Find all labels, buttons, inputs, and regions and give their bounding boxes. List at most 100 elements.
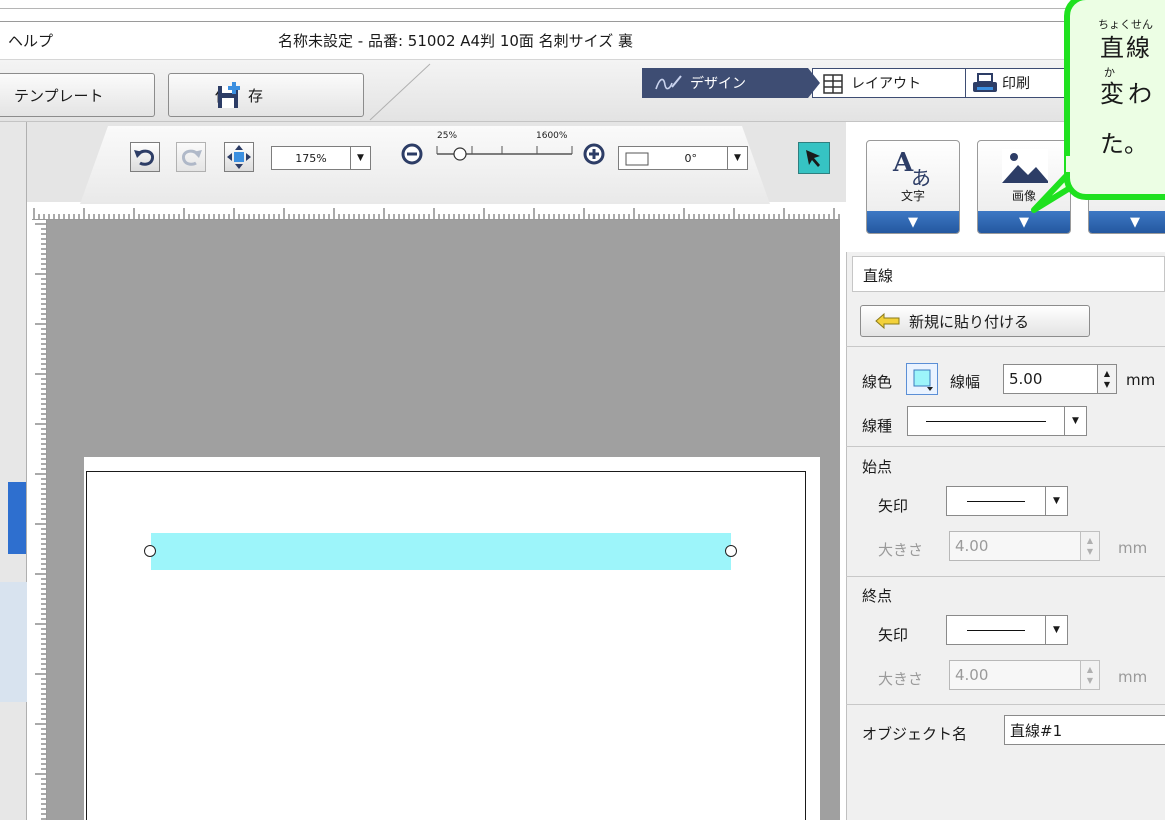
fit-arrows-icon — [227, 145, 251, 169]
printer-icon — [973, 73, 997, 92]
spin-up-icon: ▲ — [1086, 536, 1094, 545]
tab-layout[interactable]: レイアウト — [812, 68, 966, 98]
select-tool-button[interactable] — [798, 142, 830, 174]
layout-grid-icon — [823, 74, 843, 94]
start-size-unit: mm — [1118, 539, 1148, 557]
ruler-horizontal — [32, 205, 840, 220]
line-color-button[interactable] — [906, 363, 938, 395]
menu-help[interactable]: ヘルプ — [8, 30, 53, 51]
spin-up-icon: ▲ — [1103, 369, 1111, 378]
text-tool-label: 文字 — [900, 189, 925, 203]
arrow-sample — [967, 500, 1025, 502]
properties-title: 直線 — [852, 256, 1165, 292]
left-panel-selected-item[interactable] — [8, 482, 26, 554]
rotation-icon — [625, 152, 649, 166]
save-button[interactable]: 保存 — [168, 73, 364, 117]
zoom-slider[interactable] — [392, 132, 612, 176]
spin-down-icon: ▼ — [1086, 547, 1094, 556]
ruler-vertical — [32, 220, 47, 820]
tab-design[interactable]: デザイン — [642, 68, 820, 98]
callout-tail-cover — [1066, 156, 1100, 172]
callout-text-line: 直線 — [1100, 34, 1152, 62]
arrow-left-icon — [875, 313, 900, 329]
start-point-label: 始点 — [862, 458, 893, 476]
text-a-icon: A あ — [892, 148, 931, 189]
line-width-input[interactable]: 5.00 — [1003, 364, 1098, 394]
left-panel-strip — [0, 122, 27, 820]
undo-icon — [134, 149, 155, 166]
line-width-value: 5.00 — [1009, 370, 1043, 388]
color-swatch-icon — [913, 369, 933, 391]
start-size-label: 大きさ — [878, 541, 924, 559]
zoom-value: 175% — [295, 151, 327, 165]
paste-as-new-label: 新規に貼り付ける — [909, 312, 1030, 331]
chevron-down-icon[interactable]: ▼ — [867, 211, 959, 233]
redo-button[interactable] — [176, 142, 206, 172]
window-title: 名称未設定 - 品番: 51002 A4判 10面 名刺サイズ 裏 — [278, 32, 634, 50]
redo-icon — [181, 149, 202, 166]
ribbon-divider — [369, 63, 431, 121]
arrow-sample — [967, 629, 1025, 631]
end-point-label: 終点 — [862, 587, 893, 605]
undo-button[interactable] — [130, 142, 160, 172]
zoom-select[interactable]: 175% ▼ — [271, 146, 371, 170]
card-area[interactable] — [86, 471, 806, 820]
save-icon — [218, 82, 240, 108]
tab-print-label: 印刷 — [1002, 76, 1030, 92]
object-name-value: 直線#1 — [1010, 721, 1063, 740]
spin-down-icon: ▼ — [1086, 676, 1094, 685]
spin-up-icon: ▲ — [1086, 665, 1094, 674]
title-bar: ヘルプ 名称未設定 - 品番: 51002 A4判 10面 名刺サイズ 裏 — [0, 22, 1165, 60]
chevron-down-icon: ▼ — [1045, 487, 1067, 515]
end-size-input[interactable]: 4.00 — [949, 660, 1081, 690]
start-arrow-select[interactable]: ▼ — [946, 486, 1068, 516]
line-type-select[interactable]: ▼ — [907, 406, 1087, 436]
line-sample — [926, 420, 1046, 422]
callout-text-line: 変わ — [1100, 80, 1156, 108]
chevron-down-icon: ▼ — [1064, 407, 1086, 435]
divider — [846, 704, 1165, 705]
start-size-input[interactable]: 4.00 — [949, 531, 1081, 561]
start-arrow-label: 矢印 — [878, 497, 909, 515]
cursor-arrow-icon — [806, 150, 820, 167]
divider — [846, 346, 1165, 347]
paste-as-new-button[interactable]: 新規に貼り付ける — [860, 305, 1090, 337]
end-arrow-select[interactable]: ▼ — [946, 615, 1068, 645]
end-size-spinner[interactable]: ▲ ▼ — [1080, 660, 1100, 690]
divider — [846, 446, 1165, 447]
spin-down-icon: ▼ — [1103, 380, 1111, 389]
window-top-border — [0, 0, 1165, 22]
chevron-down-icon: ▼ — [1045, 616, 1067, 644]
end-size-label: 大きさ — [878, 670, 924, 688]
rotation-select[interactable]: 0° ▼ — [618, 146, 748, 170]
end-size-value: 4.00 — [955, 666, 989, 684]
end-arrow-label: 矢印 — [878, 626, 909, 644]
line-width-label: 線幅 — [950, 373, 981, 391]
chevron-down-icon[interactable]: ▼ — [1089, 211, 1165, 233]
zoom-slider-thumb[interactable] — [453, 147, 467, 161]
line-type-label: 線種 — [862, 417, 893, 435]
zoom-min-label: 25% — [437, 131, 458, 141]
fit-to-window-button[interactable] — [224, 142, 254, 172]
callout-text-line: た。 — [1100, 130, 1148, 158]
start-size-value: 4.00 — [955, 537, 989, 555]
svg-text:あ: あ — [911, 166, 931, 189]
object-name-label: オブジェクト名 — [862, 725, 968, 743]
divider — [846, 576, 1165, 577]
line-width-spinner[interactable]: ▲ ▼ — [1097, 364, 1117, 394]
line-width-unit: mm — [1126, 371, 1156, 389]
object-name-input[interactable]: 直線#1 — [1004, 715, 1165, 745]
line-color-label: 線色 — [862, 373, 893, 391]
tab-design-label: デザイン — [690, 76, 746, 92]
tab-layout-label: レイアウト — [851, 76, 921, 92]
chevron-down-icon: ▼ — [350, 147, 370, 169]
start-size-spinner[interactable]: ▲ ▼ — [1080, 531, 1100, 561]
end-size-unit: mm — [1118, 668, 1148, 686]
line-start-handle[interactable] — [144, 545, 156, 557]
line-object[interactable] — [151, 533, 731, 570]
template-button[interactable]: テンプレート — [0, 73, 155, 117]
left-panel-item[interactable] — [0, 582, 27, 702]
line-end-handle[interactable] — [725, 545, 737, 557]
text-tool-button[interactable]: A あ 文字 ▼ — [866, 140, 960, 234]
chevron-down-icon: ▼ — [727, 147, 747, 169]
